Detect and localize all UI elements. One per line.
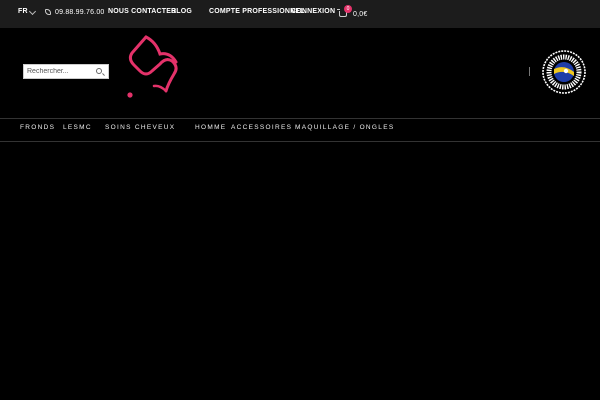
nav-item-lesmc[interactable]: LESMC xyxy=(63,124,92,131)
phone-icon xyxy=(45,9,51,15)
phone-number[interactable]: 09.88.99.76.00 xyxy=(55,9,105,16)
nav-item-homme[interactable]: HOMME xyxy=(195,124,226,131)
cart-total[interactable]: 0,0€ xyxy=(353,11,367,18)
search-box xyxy=(23,64,109,79)
search-icon[interactable] xyxy=(96,68,102,74)
header-divider xyxy=(529,67,530,76)
nav-border-top xyxy=(0,118,600,119)
language-selector[interactable]: FR xyxy=(18,8,28,15)
brand-logo[interactable] xyxy=(124,33,196,103)
top-bar: FR 09.88.99.76.00 NOUS CONTACTER BLOG CO… xyxy=(0,0,600,28)
nav-item-accessoires[interactable]: ACCESSOIRES xyxy=(231,124,292,131)
nav-border-bottom xyxy=(0,141,600,142)
nav-item-fronds[interactable]: FRONDS xyxy=(20,124,55,131)
login-link[interactable]: CONNEXION xyxy=(291,8,335,15)
nav-item-maquillage-ongles[interactable]: MAQUILLAGE / ONGLES xyxy=(295,124,394,131)
chevron-down-icon[interactable] xyxy=(28,7,37,16)
contact-link[interactable]: NOUS CONTACTER xyxy=(108,8,176,15)
search-input[interactable] xyxy=(27,66,95,77)
certification-seal xyxy=(542,50,586,94)
nav-item-soins-cheveux[interactable]: SOINS CHEVEUX xyxy=(105,124,175,131)
blog-link[interactable]: BLOG xyxy=(171,8,192,15)
cart-count-badge: 0 xyxy=(344,5,352,13)
